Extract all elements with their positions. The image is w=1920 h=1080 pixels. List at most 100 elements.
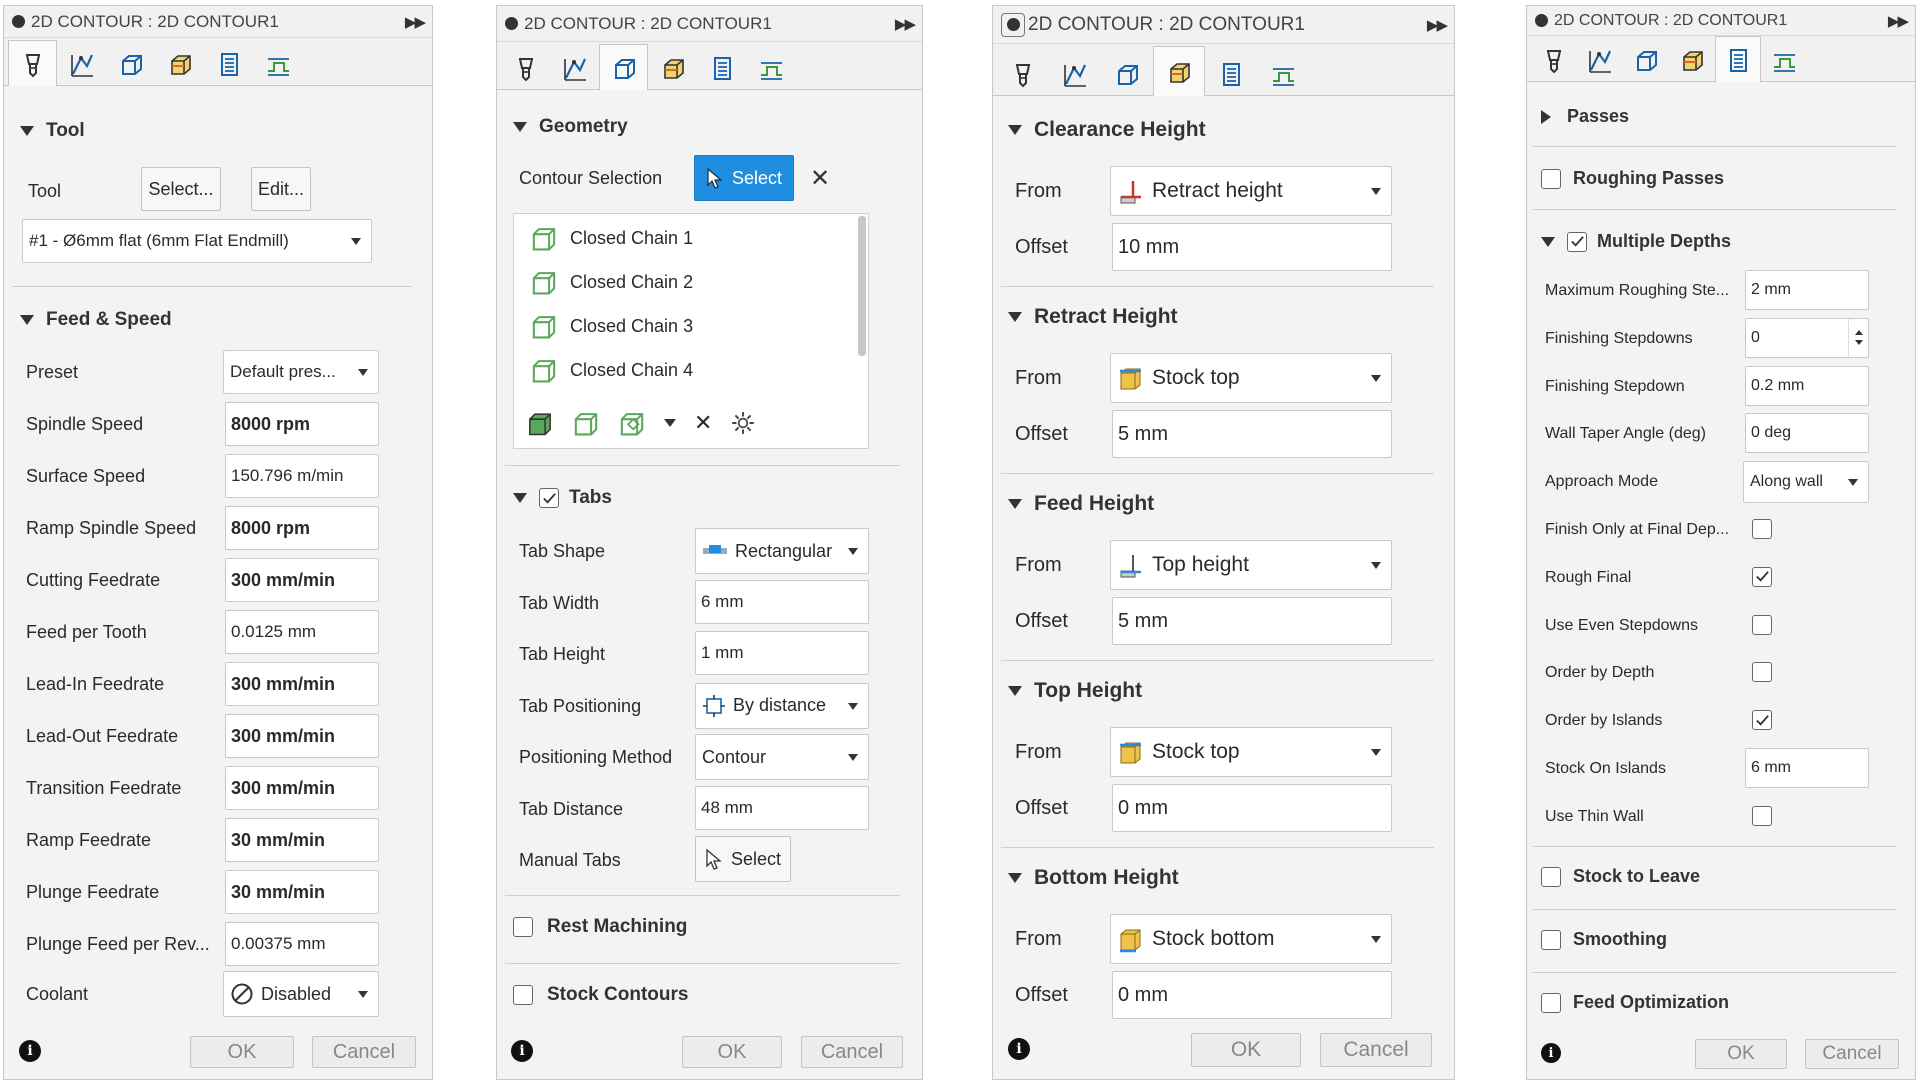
- smoothing-checkbox[interactable]: [1541, 929, 1561, 950]
- section-tabs[interactable]: Tabs: [513, 487, 612, 509]
- depth-row-checkbox[interactable]: [1752, 519, 1772, 539]
- tab-linking[interactable]: [1715, 36, 1761, 82]
- section-height[interactable]: Retract Height: [1008, 305, 1178, 329]
- depth-row-checkbox[interactable]: [1752, 566, 1772, 587]
- tab-linking[interactable]: [697, 45, 746, 89]
- remove-icon[interactable]: ✕: [694, 410, 712, 436]
- tab-shape[interactable]: [253, 41, 302, 85]
- tab-row-input[interactable]: 6 mm: [695, 579, 869, 624]
- from-dropdown[interactable]: Retract height: [1110, 166, 1392, 216]
- list-scrollbar[interactable]: [858, 216, 866, 356]
- tab-shape[interactable]: [746, 45, 795, 89]
- expand-arrows-icon[interactable]: ▶▶: [1427, 16, 1448, 34]
- from-dropdown[interactable]: Stock top: [1110, 353, 1392, 403]
- feed-row-input[interactable]: 300 mm/min: [225, 766, 379, 810]
- tab-row-dropdown[interactable]: By distance: [695, 682, 869, 729]
- multiple-depths-checkbox[interactable]: [1567, 231, 1587, 252]
- contour-list[interactable]: Closed Chain 1 Closed Chain 2 Closed Chain…: [513, 213, 869, 449]
- tab-heights[interactable]: [1623, 37, 1669, 81]
- section-stock-to-leave[interactable]: Stock to Leave: [1541, 866, 1700, 887]
- tab-row-input[interactable]: 48 mm: [695, 785, 869, 830]
- tab-heights[interactable]: [106, 41, 155, 85]
- collapse-icon[interactable]: [12, 15, 25, 28]
- tab-heights[interactable]: [1101, 51, 1153, 95]
- feed-optimization-checkbox[interactable]: [1541, 992, 1561, 1013]
- tab-heights[interactable]: [599, 44, 648, 90]
- collapse-icon[interactable]: [1535, 14, 1548, 27]
- section-geometry[interactable]: Geometry: [513, 116, 628, 138]
- gear-icon[interactable]: [730, 410, 756, 436]
- ok-button[interactable]: OK: [1191, 1033, 1301, 1067]
- depth-row-input[interactable]: 0 deg: [1745, 413, 1869, 454]
- offset-input[interactable]: 5 mm: [1112, 597, 1392, 645]
- tab-linking[interactable]: [1205, 51, 1257, 95]
- chain-options-icon[interactable]: [618, 409, 646, 437]
- collapse-icon[interactable]: [1001, 12, 1025, 37]
- feed-row-input[interactable]: 0.0125 mm: [225, 610, 379, 654]
- feed-row-input[interactable]: 8000 rpm: [225, 506, 379, 550]
- section-rest-machining[interactable]: Rest Machining: [513, 916, 687, 938]
- cancel-button[interactable]: Cancel: [312, 1036, 416, 1068]
- feed-row-input[interactable]: 8000 rpm: [225, 402, 379, 446]
- info-icon[interactable]: i: [1008, 1038, 1030, 1060]
- roughing-passes-checkbox[interactable]: [1541, 168, 1561, 189]
- tab-tool[interactable]: [1531, 37, 1577, 81]
- section-passes[interactable]: Passes: [1541, 106, 1629, 127]
- tab-shape[interactable]: [1761, 37, 1807, 81]
- feed-row-input[interactable]: 0.00375 mm: [225, 922, 379, 966]
- add-chain-icon[interactable]: [572, 409, 600, 437]
- tool-select-button[interactable]: Select...: [141, 167, 221, 211]
- section-multiple-depths[interactable]: Multiple Depths: [1541, 231, 1731, 252]
- from-dropdown[interactable]: Stock bottom: [1110, 914, 1392, 964]
- ok-button[interactable]: OK: [1695, 1039, 1787, 1069]
- tab-passes[interactable]: [1153, 46, 1205, 96]
- expand-arrows-icon[interactable]: ▶▶: [405, 13, 426, 31]
- list-item[interactable]: Closed Chain 3: [530, 312, 693, 340]
- tab-geometry[interactable]: [1049, 51, 1101, 95]
- preset-dropdown[interactable]: Default pres...: [223, 350, 379, 394]
- info-icon[interactable]: i: [1541, 1043, 1561, 1063]
- offset-input[interactable]: 5 mm: [1112, 410, 1392, 458]
- section-stock-contours[interactable]: Stock Contours: [513, 984, 688, 1006]
- coolant-dropdown[interactable]: Disabled: [223, 971, 379, 1017]
- depth-row-input[interactable]: 0.2 mm: [1745, 365, 1869, 406]
- spinner-arrows-icon[interactable]: [1848, 318, 1868, 357]
- approach-mode-dropdown[interactable]: Along wall: [1743, 461, 1869, 504]
- rest-machining-checkbox[interactable]: [513, 917, 533, 937]
- tab-tool[interactable]: [997, 51, 1049, 95]
- from-dropdown[interactable]: Top height: [1110, 540, 1392, 590]
- tab-linking[interactable]: [204, 41, 253, 85]
- section-height[interactable]: Top Height: [1008, 679, 1142, 703]
- list-item[interactable]: Closed Chain 2: [530, 268, 693, 296]
- feed-row-input[interactable]: 300 mm/min: [225, 714, 379, 758]
- tab-passes[interactable]: [1669, 37, 1715, 81]
- depth-row-checkbox[interactable]: [1752, 805, 1772, 826]
- feed-row-input[interactable]: 300 mm/min: [225, 662, 379, 706]
- feed-row-input[interactable]: 300 mm/min: [225, 558, 379, 602]
- depth-row-checkbox[interactable]: [1752, 614, 1772, 635]
- expand-arrows-icon[interactable]: ▶▶: [895, 15, 916, 33]
- section-height[interactable]: Clearance Height: [1008, 118, 1206, 142]
- section-smoothing[interactable]: Smoothing: [1541, 929, 1667, 950]
- ok-button[interactable]: OK: [190, 1036, 294, 1068]
- tabs-checkbox[interactable]: [539, 488, 559, 508]
- section-tool[interactable]: Tool: [20, 120, 85, 142]
- feed-row-input[interactable]: 30 mm/min: [225, 818, 379, 862]
- manual-tabs-select-button[interactable]: Select: [695, 836, 791, 882]
- list-item[interactable]: Closed Chain 1: [530, 224, 693, 252]
- section-feed-optimization[interactable]: Feed Optimization: [1541, 992, 1729, 1013]
- cancel-button[interactable]: Cancel: [1320, 1033, 1432, 1067]
- cancel-button[interactable]: Cancel: [801, 1036, 903, 1068]
- depth-row-input[interactable]: 2 mm: [1745, 270, 1869, 310]
- tab-tool[interactable]: [501, 45, 550, 89]
- depth-row-input[interactable]: 6 mm: [1745, 748, 1869, 788]
- contour-select-button[interactable]: Select: [694, 155, 794, 201]
- tab-geometry[interactable]: [1577, 37, 1623, 81]
- tab-geometry[interactable]: [550, 45, 599, 89]
- collapse-icon[interactable]: [505, 17, 518, 30]
- stock-to-leave-checkbox[interactable]: [1541, 866, 1561, 887]
- offset-input[interactable]: 10 mm: [1112, 223, 1392, 271]
- tool-edit-button[interactable]: Edit...: [251, 167, 311, 211]
- cancel-button[interactable]: Cancel: [1805, 1039, 1899, 1069]
- offset-input[interactable]: 0 mm: [1112, 971, 1392, 1019]
